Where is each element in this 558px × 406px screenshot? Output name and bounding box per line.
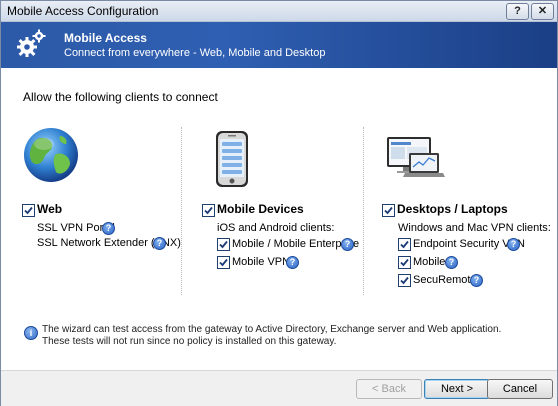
column-divider	[363, 127, 364, 295]
banner-subtitle: Connect from everywhere - Web, Mobile an…	[64, 47, 326, 59]
help-icon[interactable]: ?	[153, 237, 166, 250]
help-icon[interactable]: ?	[470, 274, 483, 287]
desktop-mobile-checkbox[interactable]	[398, 256, 411, 269]
help-icon[interactable]: ?	[445, 256, 458, 269]
web-label: Web	[37, 202, 63, 216]
mobile-devices-label: Mobile Devices	[217, 202, 304, 216]
help-icon[interactable]: ?	[102, 222, 115, 235]
desktop-mobile-label: Mobile	[413, 256, 446, 268]
desktops-label: Desktops / Laptops	[397, 202, 508, 216]
desktop-subtitle: Windows and Mac VPN clients:	[398, 222, 551, 234]
help-icon[interactable]: ?	[341, 238, 354, 251]
window-title: Mobile Access Configuration	[7, 4, 159, 18]
cancel-button[interactable]: Cancel	[487, 379, 553, 399]
mobile-vpn-label: Mobile VPN	[232, 256, 291, 268]
securemote-label: SecuRemote	[413, 274, 477, 286]
mobile-enterprise-checkbox[interactable]	[217, 238, 230, 251]
section-heading: Allow the following clients to connect	[23, 90, 218, 104]
info-line-1: The wizard can test access from the gate…	[42, 324, 502, 335]
web-checkbox[interactable]	[22, 204, 35, 217]
info-line-2: These tests will not run since no policy…	[42, 336, 337, 347]
endpoint-security-vpn-checkbox[interactable]	[398, 238, 411, 251]
help-title-button[interactable]: ?	[506, 3, 529, 20]
header-banner: Mobile Access Connect from everywhere - …	[1, 22, 557, 68]
mobile-vpn-checkbox[interactable]	[217, 256, 230, 269]
desktop-laptop-icon	[387, 137, 445, 177]
back-button[interactable]: < Back	[356, 379, 422, 399]
mobile-subtitle: iOS and Android clients:	[217, 222, 335, 234]
help-icon[interactable]: ?	[507, 238, 520, 251]
help-icon[interactable]: ?	[286, 256, 299, 269]
close-button[interactable]: ✕	[531, 3, 554, 20]
column-divider	[181, 127, 182, 295]
next-button[interactable]: Next >	[424, 379, 490, 399]
gears-icon	[17, 29, 46, 57]
desktops-checkbox[interactable]	[382, 204, 395, 217]
title-bar: Mobile Access Configuration ? ✕	[1, 1, 557, 22]
banner-title: Mobile Access	[64, 31, 147, 45]
wizard-window: Mobile Access Configuration ? ✕ Mobile A…	[0, 0, 558, 406]
mobile-devices-checkbox[interactable]	[202, 204, 215, 217]
smartphone-icon	[216, 131, 248, 187]
securemote-checkbox[interactable]	[398, 274, 411, 287]
button-bar: < Back Next > Cancel	[1, 370, 557, 406]
globe-icon	[24, 128, 78, 182]
info-icon: i	[24, 326, 38, 340]
